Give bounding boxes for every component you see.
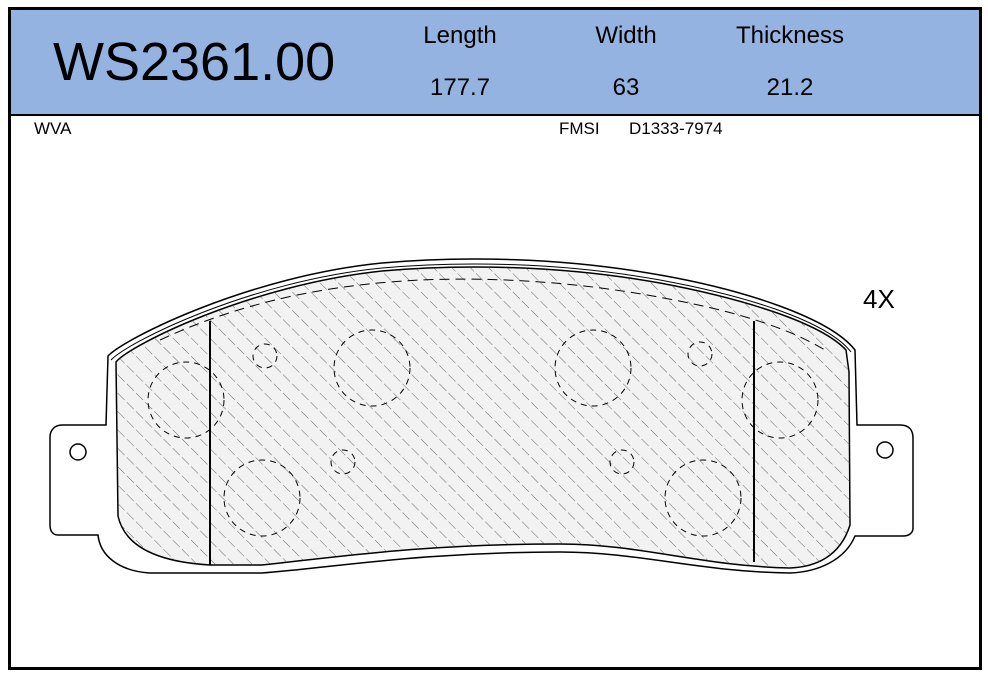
right-ear-hole: [876, 441, 894, 459]
friction-pad-hatching: [116, 266, 850, 568]
brake-pad-drawing: [49, 258, 914, 574]
left-ear-hole: [69, 443, 87, 461]
